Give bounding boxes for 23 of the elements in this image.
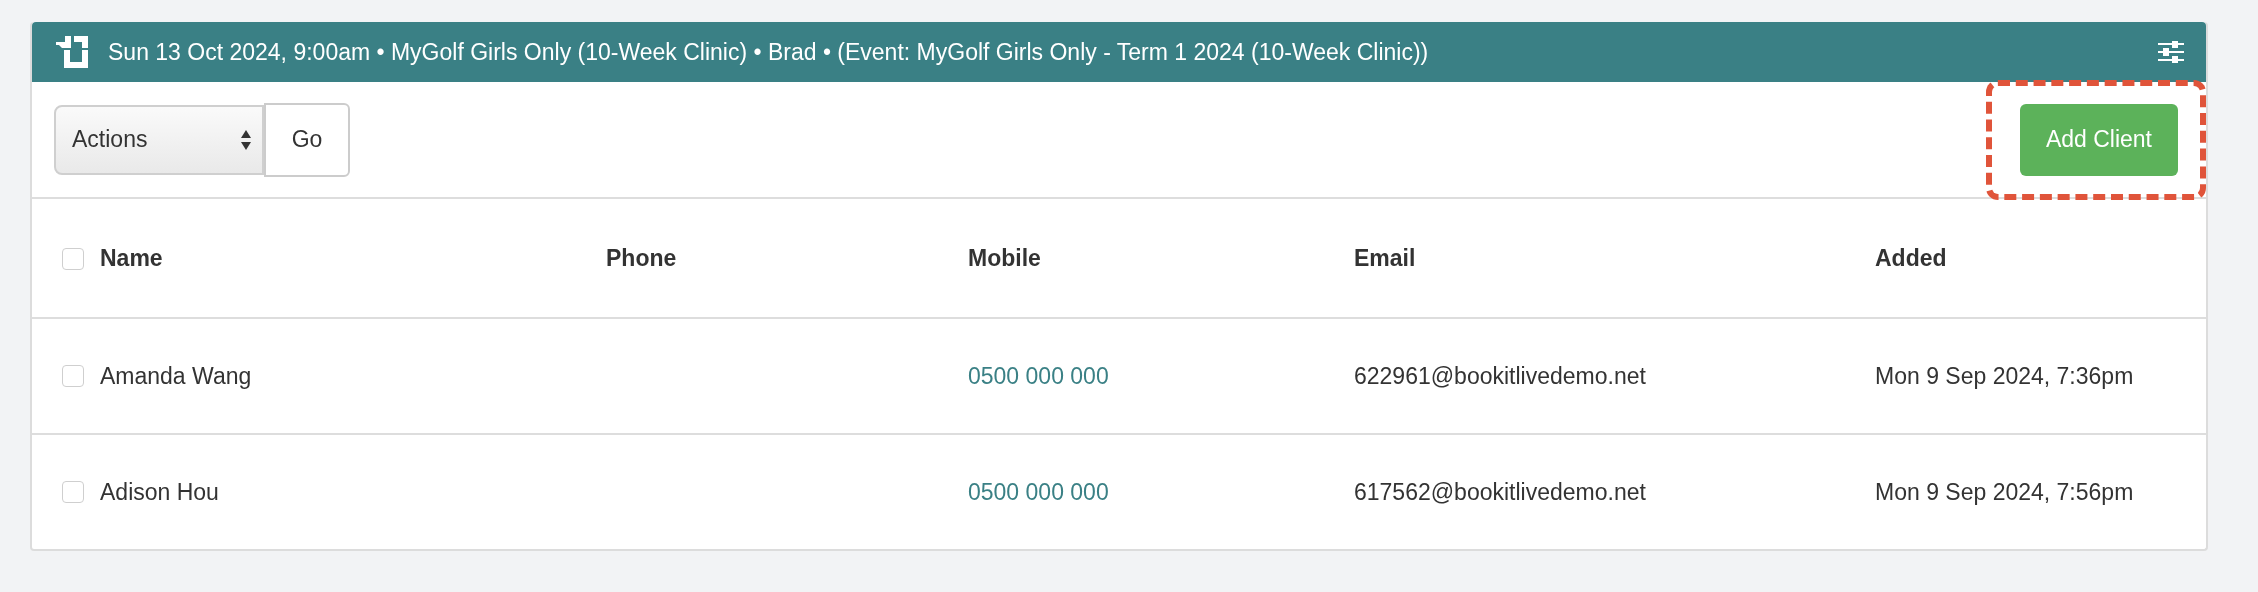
checkbox[interactable] — [62, 481, 84, 503]
added-date: Mon 9 Sep 2024, 7:36pm — [1875, 362, 2135, 390]
add-client-button[interactable]: Add Client — [2019, 103, 2178, 176]
checkbox[interactable] — [62, 247, 84, 270]
client-name: Adison Hou — [100, 478, 220, 506]
logo-icon — [56, 36, 88, 68]
sliders-icon[interactable] — [2158, 41, 2184, 63]
checkbox[interactable] — [62, 365, 84, 387]
column-header: Phone — [606, 245, 678, 272]
client-name: Amanda Wang — [100, 362, 253, 390]
column-header: Email — [1354, 245, 1417, 272]
header-title: Sun 13 Oct 2024, 9:00am • MyGolf Girls Only (10-Week Clinic) • Brad • (Event: MyGolf Girls Only - Term 1 2024 (10-Week Clinic)) — [108, 38, 1430, 66]
actions-select[interactable]: Actions — [54, 104, 264, 175]
column-header: Name — [100, 245, 164, 272]
added-date: Mon 9 Sep 2024, 7:56pm — [1875, 478, 2135, 506]
go-button[interactable]: Go — [264, 102, 350, 177]
column-header: Added — [1875, 245, 1948, 272]
email-cell-text: 622961@bookitlivedemo.net — [1354, 362, 1647, 390]
caret-icon — [240, 128, 252, 151]
mobile-link[interactable]: 0500 000 000 — [968, 362, 1354, 390]
email-cell-text: 617562@bookitlivedemo.net — [1354, 478, 1647, 506]
column-header: Mobile — [968, 245, 1042, 272]
mobile-link[interactable]: 0500 000 000 — [968, 478, 1354, 506]
